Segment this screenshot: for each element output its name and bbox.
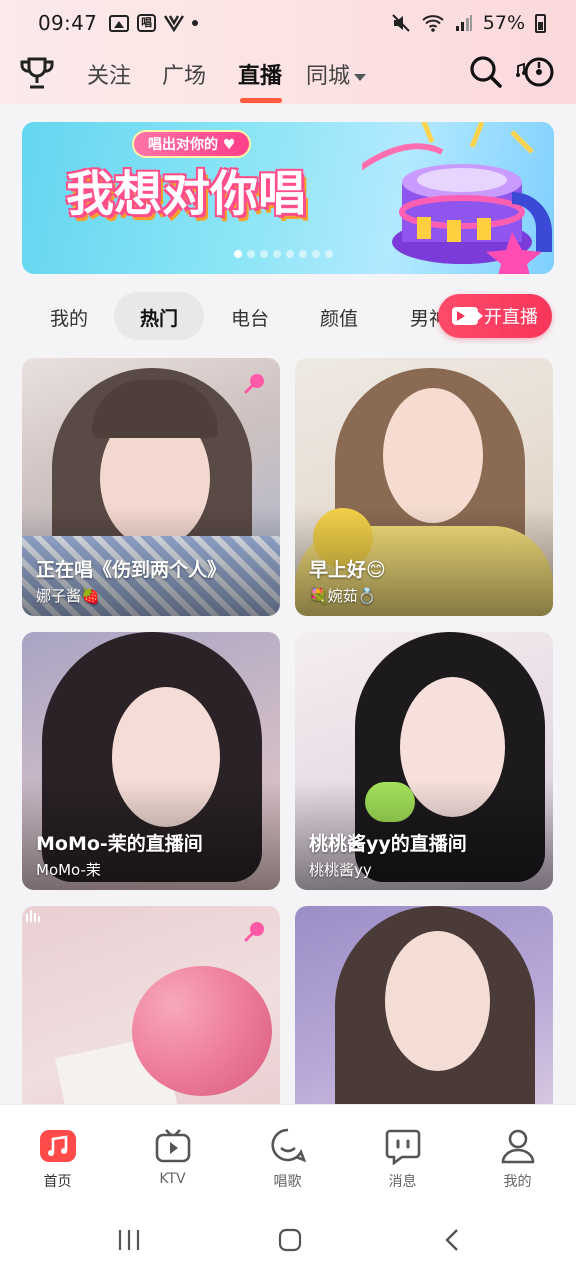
tab-me[interactable]: 我的 [460,1105,575,1199]
system-navigation-bar [0,1198,576,1280]
signal-icon [455,15,472,31]
live-room-card[interactable]: 早上好😊 💐婉茹💍 [295,358,553,616]
home-button-icon[interactable] [278,1228,302,1252]
tab-follow[interactable]: 关注 [87,58,131,90]
banner-dot [234,250,242,258]
banner-dot [260,250,268,258]
tab-me-label: 我的 [503,1174,532,1190]
chevron-down-icon [354,73,367,81]
room-title: 早上好😊 [309,559,386,581]
volume-bars-icon [26,910,40,922]
battery-icon [535,13,546,33]
category-looks[interactable]: 颜值 [320,304,358,331]
status-time: 09:47 [38,11,98,35]
bottom-tab-bar: 首页 KTV 唱歌 消息 我的 [0,1104,576,1198]
video-camera-icon [452,307,483,325]
more-notifications-dot [192,20,199,26]
banner-pagination [234,250,333,258]
room-cover-face [383,388,483,523]
trophy-icon[interactable] [18,54,56,92]
live-room-card[interactable]: 桃桃酱yy的直播间 桃桃酱yy [295,632,553,890]
active-tab-indicator [240,98,282,103]
room-host: 💐婉茹💍 [309,587,377,605]
live-room-card[interactable]: MoMo-茉的直播间 MoMo-茉 [22,632,280,890]
banner-dot [247,250,255,258]
banner-dot [273,250,281,258]
music-note-icon [40,1130,76,1162]
tab-home[interactable]: 首页 [0,1105,115,1199]
search-icon[interactable] [468,54,504,90]
music-disc-icon[interactable] [514,54,556,90]
room-host: MoMo-茉 [36,861,101,879]
top-nav: 关注 广场 直播 同城 [0,46,576,104]
tab-square[interactable]: 广场 [162,58,206,90]
gallery-icon [109,14,130,32]
status-notification-icons: 唱 [109,14,199,32]
banner-subtitle-text: 唱出对你的 [148,137,218,153]
room-title: MoMo-茉的直播间 [36,833,203,855]
banner-dot [312,250,320,258]
tab-messages-label: 消息 [388,1174,417,1190]
start-live-button[interactable]: 开直播 [438,294,552,338]
wifi-icon [422,15,444,32]
banner-stage-illustration [362,122,552,274]
category-mine[interactable]: 我的 [50,304,88,331]
banner-dot [325,250,333,258]
microphone-icon [244,922,264,942]
heart-icon: ♥ [222,137,236,153]
tab-messages[interactable]: 消息 [345,1105,460,1199]
tab-home-label: 首页 [43,1174,72,1190]
tab-same-city-label: 同城 [306,64,351,89]
mute-icon [392,14,410,32]
message-icon [385,1129,421,1165]
tv-play-icon [155,1129,191,1163]
back-icon[interactable] [442,1228,464,1252]
banner-dot [286,250,294,258]
category-radio[interactable]: 电台 [231,304,269,331]
tab-sing[interactable]: 唱歌 [230,1105,345,1199]
tab-same-city[interactable]: 同城 [306,58,367,90]
promo-banner[interactable]: 唱出对你的 ♥ 我想对你唱 [22,122,554,274]
tab-sing-label: 唱歌 [273,1174,302,1190]
start-live-label: 开直播 [484,307,538,328]
app-badge-icon: 唱 [137,14,157,32]
tab-ktv[interactable]: KTV [115,1105,230,1199]
room-cover-face [385,931,490,1071]
category-tabs: 我的 热门 电台 颜值 男神 开直播 [0,290,576,346]
category-hot[interactable]: 热门 [140,304,178,331]
live-room-card[interactable]: 正在唱《伤到两个人》 娜子酱🍓 [22,358,280,616]
banner-dot [299,250,307,258]
person-icon [501,1129,535,1164]
tab-ktv-label: KTV [159,1171,186,1187]
room-cover-flowers [132,966,272,1096]
banner-title: 我想对你唱 [66,166,307,222]
sing-bubble-icon [271,1128,307,1163]
status-system-icons: 57% [391,12,546,34]
status-bar: 09:47 唱 57% [0,0,576,46]
room-title: 桃桃酱yy的直播间 [309,833,467,855]
room-title: 正在唱《伤到两个人》 [36,559,227,581]
battery-percent: 57% [482,12,525,34]
room-host: 娜子酱🍓 [36,587,100,605]
recent-apps-icon[interactable] [117,1228,141,1252]
room-host: 桃桃酱yy [309,861,372,879]
microphone-icon [244,374,264,394]
v-logo-icon [164,15,185,32]
tab-live[interactable]: 直播 [238,58,282,90]
